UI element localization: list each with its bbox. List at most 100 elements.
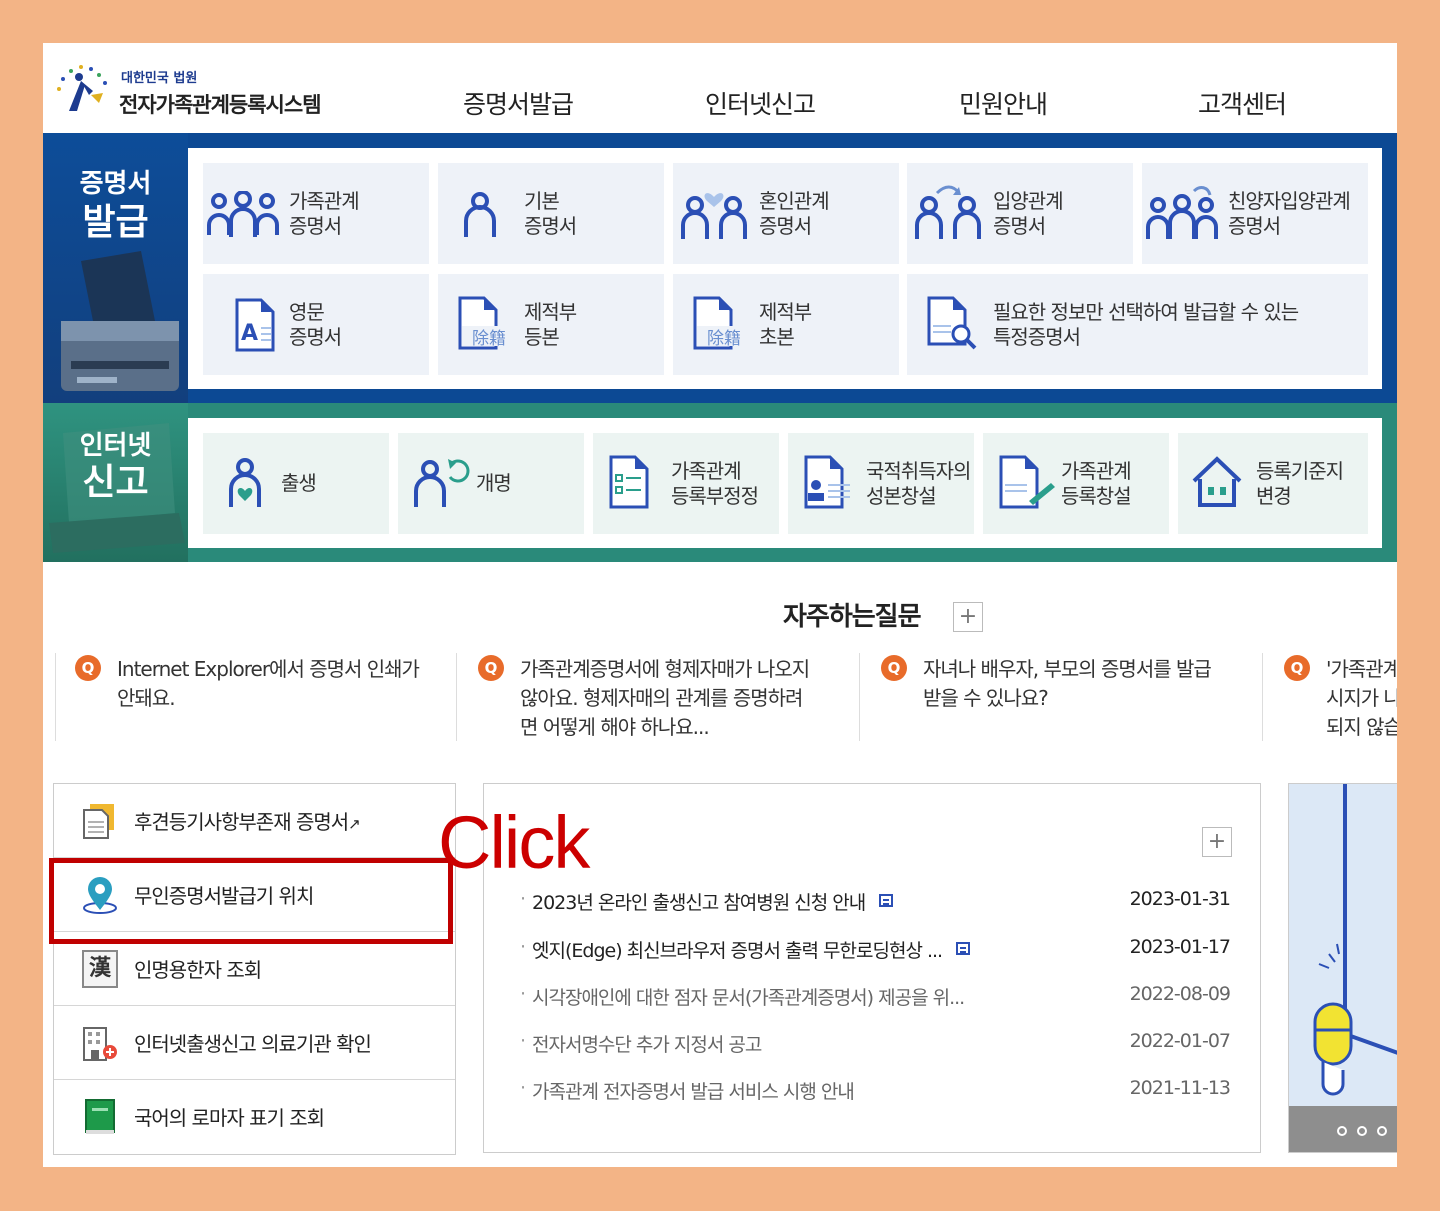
tile-base-address-change[interactable]: 등록기준지 변경 xyxy=(1178,433,1368,534)
rename-icon xyxy=(414,459,470,507)
faq-item[interactable]: Q Internet Explorer에서 증명서 인쇄가 안돼요. xyxy=(53,653,453,743)
notice-date: 2023-01-17 xyxy=(1129,936,1231,958)
certificate-tiles: 가족관계 증명서 기본 증명서 혼인관계 증명서 입양관계 증명서 친양자입양관… xyxy=(188,148,1382,389)
document-search-icon xyxy=(927,296,977,350)
click-highlight-box xyxy=(49,858,453,944)
bullet: · xyxy=(520,888,526,910)
tile-full-adoption-cert[interactable]: 친양자입양관계 증명서 xyxy=(1142,163,1368,264)
tile-label: 출생 xyxy=(281,471,317,495)
attachment-document-icon xyxy=(956,942,971,955)
tile-english-cert[interactable]: A 영문 증명서 xyxy=(203,274,429,375)
tile-register-correction[interactable]: 가족관계 등록부정정 xyxy=(593,433,779,534)
tile-label: 기본 증명서 xyxy=(524,189,577,238)
side-banner[interactable] xyxy=(1288,783,1397,1153)
quick-links: 후견등기사항부존재 증명서↗ 무인증명서발급기 위치 漢 인명용한자 조회 인터… xyxy=(53,783,456,1155)
tile-label: 혼인관계 증명서 xyxy=(759,189,830,238)
tile-removed-register-copy[interactable]: 除籍 제적부 등본 xyxy=(438,274,664,375)
notice-title: 엣지(Edge) 최신브라우저 증명서 출력 무한로딩현상 ... xyxy=(532,936,971,963)
bullet: · xyxy=(520,936,526,958)
quick-link-label: 후견등기사항부존재 증명서↗ xyxy=(134,810,361,834)
tile-label: 입양관계 증명서 xyxy=(993,189,1064,238)
page-frame: 대한민국 법원 전자가족관계등록시스템 증명서발급 인터넷신고 민원안내 고객센… xyxy=(43,43,1397,1167)
notice-row[interactable]: · 전자서명수단 추가 지정서 공고 2022-01-07 xyxy=(520,1030,1231,1060)
hospital-icon xyxy=(83,1027,117,1061)
court-logo-icon xyxy=(57,65,107,111)
q-badge-icon: Q xyxy=(75,655,101,681)
notice-row[interactable]: · 2023년 온라인 출생신고 참여병원 신청 안내 2023-01-31 xyxy=(520,888,1231,918)
hanja-book-icon: 漢 xyxy=(82,950,118,988)
bullet: · xyxy=(520,1077,526,1099)
faq-item[interactable]: Q '가족관계 시지가 나 되지 않습 xyxy=(1262,653,1397,743)
certificate-panel: 증명서 발급 가족관계 증명서 기본 증명서 혼인관계 증명서 입양관계 증명서… xyxy=(43,133,1397,403)
notice-row[interactable]: · 엣지(Edge) 최신브라우저 증명서 출력 무한로딩현상 ... 2023… xyxy=(520,936,1231,966)
banner-pager xyxy=(1289,1106,1397,1152)
tile-label: 가족관계 증명서 xyxy=(289,189,360,238)
tile-adoption-cert[interactable]: 입양관계 증명서 xyxy=(907,163,1133,264)
notice-date: 2021-11-13 xyxy=(1129,1077,1231,1099)
notice-title: 전자서명수단 추가 지정서 공고 xyxy=(532,1034,762,1056)
notice-date: 2022-08-09 xyxy=(1129,983,1231,1005)
faq-divider xyxy=(55,653,56,741)
site-logo[interactable]: 대한민국 법원 전자가족관계등록시스템 xyxy=(55,59,355,119)
external-link-icon: ↗ xyxy=(348,815,361,833)
tile-marriage-cert[interactable]: 혼인관계 증명서 xyxy=(673,163,899,264)
logo-title: 전자가족관계등록시스템 xyxy=(119,93,322,117)
faq-item[interactable]: Q 자녀나 배우자, 부모의 증명서를 발급 받을 수 있나요? xyxy=(859,653,1259,743)
tile-removed-register-extract[interactable]: 除籍 제적부 초본 xyxy=(673,274,899,375)
bullet: · xyxy=(520,1030,526,1052)
tile-family-relation-cert[interactable]: 가족관계 증명서 xyxy=(203,163,429,264)
internet-report-panel: 인터넷 신고 출생 개명 가족관계 등록부정정 국적취득자의 성본창설 가족관계… xyxy=(43,403,1397,562)
english-document-icon: A xyxy=(235,298,275,352)
nav-civil-guide[interactable]: 민원안내 xyxy=(959,85,1048,121)
tile-nationality-surname[interactable]: 국적취득자의 성본창설 xyxy=(788,433,974,534)
person-icon xyxy=(464,192,496,237)
faq-title: 자주하는질문 xyxy=(783,602,922,632)
site-header: 대한민국 법원 전자가족관계등록시스템 증명서발급 인터넷신고 민원안내 고객센… xyxy=(43,43,1397,133)
document-pen-icon xyxy=(999,455,1055,509)
notice-date: 2023-01-31 xyxy=(1129,888,1231,910)
pager-dot[interactable] xyxy=(1357,1126,1367,1136)
bullet: · xyxy=(520,983,526,1005)
green-book-icon xyxy=(85,1099,115,1134)
notice-title: 2023년 온라인 출생신고 참여병원 신청 안내 xyxy=(532,888,894,915)
notice-row[interactable]: · 가족관계 전자증명서 발급 서비스 시행 안내 2021-11-13 xyxy=(520,1077,1231,1107)
tile-specific-cert[interactable]: 필요한 정보만 선택하여 발급할 수 있는 특정증명서 xyxy=(907,274,1368,375)
register-stamp: 除籍 xyxy=(472,329,506,349)
tile-name-change[interactable]: 개명 xyxy=(398,433,584,534)
panel-label-bottom: 신고 xyxy=(82,462,149,503)
family-adoption-icon xyxy=(1146,186,1218,239)
notice-more-button[interactable]: + xyxy=(1202,827,1232,857)
faq-more-button[interactable]: + xyxy=(953,602,983,632)
quick-link-guardianship-cert[interactable]: 후견등기사항부존재 증명서↗ xyxy=(54,784,455,858)
family-group-icon xyxy=(207,191,279,237)
notice-title: 시각장애인에 대한 점자 문서(가족관계증명서) 제공을 위... xyxy=(532,987,965,1009)
notice-row[interactable]: · 시각장애인에 대한 점자 문서(가족관계증명서) 제공을 위... 2022… xyxy=(520,983,1231,1013)
pager-dot[interactable] xyxy=(1377,1126,1387,1136)
tile-birth-report[interactable]: 출생 xyxy=(203,433,389,534)
tile-label: 가족관계 등록창설 xyxy=(1061,459,1132,508)
panel-label-bottom: 발급 xyxy=(82,202,149,243)
faq-question: Internet Explorer에서 증명서 인쇄가 안돼요. xyxy=(117,657,420,710)
tile-label: 가족관계 등록부정정 xyxy=(671,459,759,508)
nav-customer-center[interactable]: 고객센터 xyxy=(1198,85,1287,121)
tile-label: 등록기준지 변경 xyxy=(1256,459,1344,508)
faq-question: 자녀나 배우자, 부모의 증명서를 발급 받을 수 있나요? xyxy=(923,657,1212,710)
quick-link-label: 인명용한자 조회 xyxy=(134,958,262,982)
pager-dot[interactable] xyxy=(1337,1126,1347,1136)
faq-item[interactable]: Q 가족관계증명서에 형제자매가 나오지 않아요. 형제자매의 관계를 증명하려 면… xyxy=(456,653,856,743)
nav-certificate-issue[interactable]: 증명서발급 xyxy=(463,85,574,121)
quick-link-hospital-check[interactable]: 인터넷출생신고 의료기관 확인 xyxy=(54,1006,455,1080)
nav-internet-report[interactable]: 인터넷신고 xyxy=(705,85,816,121)
document-folder-icon xyxy=(83,804,114,839)
quick-link-romanization[interactable]: 국어의 로마자 표기 조회 xyxy=(54,1080,455,1154)
tile-basic-cert[interactable]: 기본 증명서 xyxy=(438,163,664,264)
click-annotation-label: Click xyxy=(438,801,590,884)
notice-date: 2022-01-07 xyxy=(1129,1030,1231,1052)
tile-register-creation[interactable]: 가족관계 등록창설 xyxy=(983,433,1169,534)
mouse-click-illustration-icon xyxy=(1289,784,1397,1108)
report-tiles: 출생 개명 가족관계 등록부정정 국적취득자의 성본창설 가족관계 등록창설 등… xyxy=(188,418,1382,548)
printer-illustration-icon xyxy=(61,251,179,391)
tile-label: 영문 증명서 xyxy=(289,300,342,349)
tile-label: 국적취득자의 성본창설 xyxy=(866,459,971,508)
register-stamp: 除籍 xyxy=(707,329,741,349)
